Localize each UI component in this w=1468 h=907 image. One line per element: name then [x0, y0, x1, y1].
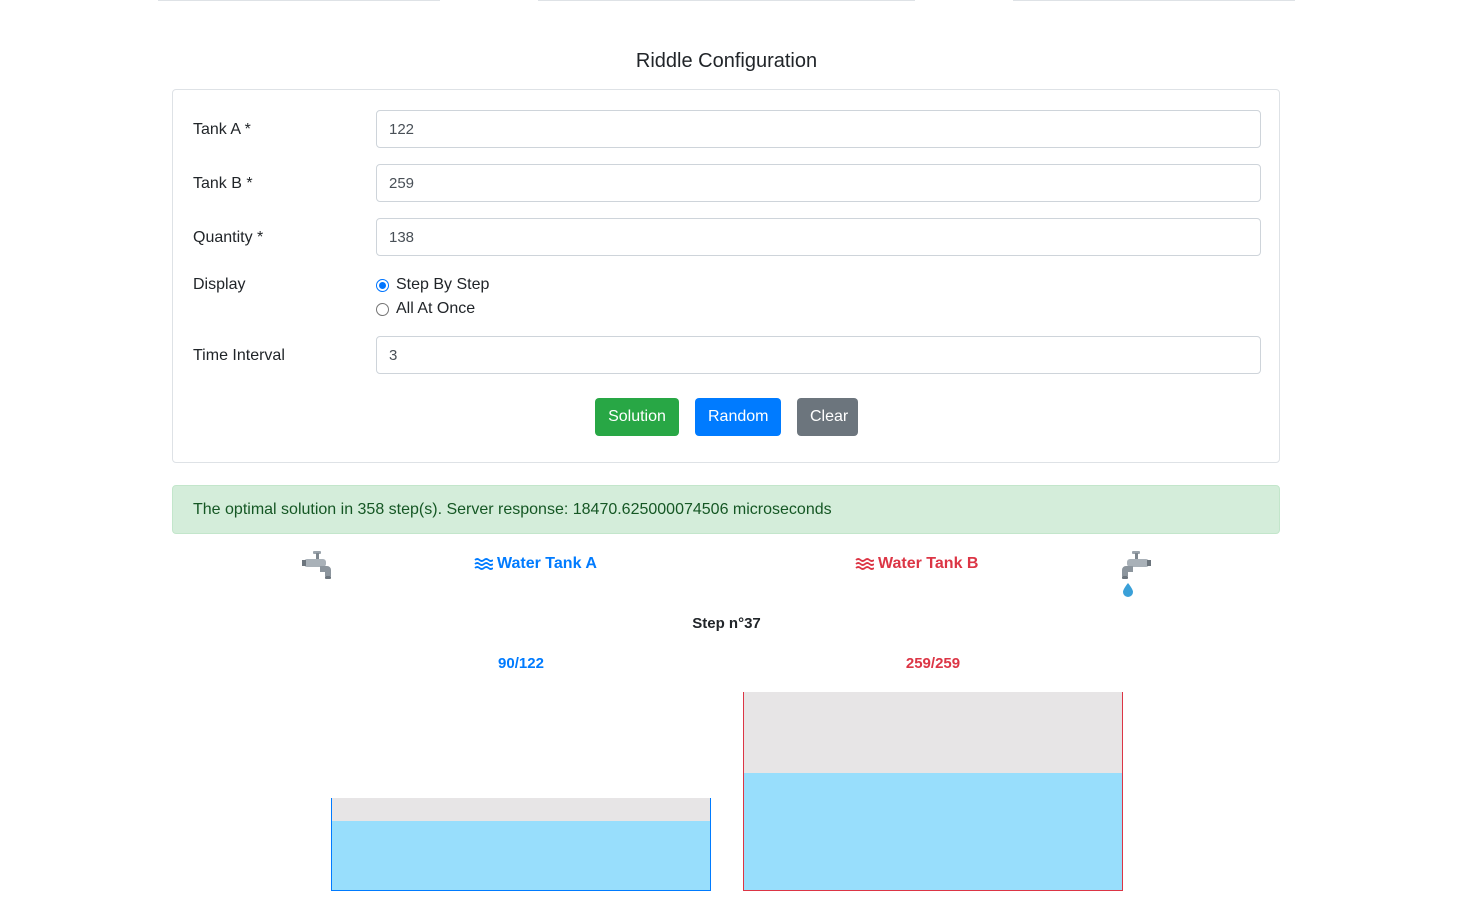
clear-button[interactable]: Clear: [797, 398, 858, 436]
water-waves-icon: [474, 558, 493, 570]
tank-a-water: [332, 821, 710, 890]
random-button[interactable]: Random: [695, 398, 781, 436]
step-counter: Step n°37: [692, 615, 761, 632]
step-by-step-label: Step By Step: [396, 276, 490, 293]
riddle-config-card: Tank A * Tank B * Quantity * Display Ste…: [172, 89, 1280, 463]
water-drop-icon: [1122, 582, 1134, 602]
faucet-icon: [300, 549, 334, 588]
solution-button[interactable]: Solution: [595, 398, 679, 436]
page-title: Riddle Configuration: [635, 50, 818, 72]
quantity-input[interactable]: [376, 218, 1261, 256]
tank-a-input[interactable]: [376, 110, 1261, 148]
display-option-step-by-step[interactable]: Step By Step: [376, 276, 489, 294]
all-at-once-radio[interactable]: [376, 302, 389, 316]
tank-b-visual: [743, 692, 1123, 891]
time-interval-label: Time Interval: [193, 347, 285, 364]
tank-b-title: Water Tank B: [878, 555, 979, 572]
top-divider-right: [1013, 0, 1295, 1]
tank-b-level-label: 259/259: [905, 655, 961, 672]
tank-b-heading: Water Tank B: [855, 555, 978, 573]
tank-a-visual: [331, 798, 711, 891]
top-divider-center: [538, 0, 915, 1]
tank-b-label: Tank B *: [193, 175, 253, 192]
time-interval-input[interactable]: [376, 336, 1261, 374]
quantity-label: Quantity *: [193, 229, 264, 246]
tank-a-title: Water Tank A: [497, 555, 597, 572]
all-at-once-label: All At Once: [396, 300, 476, 317]
tank-b-input[interactable]: [376, 164, 1261, 202]
tank-a-level-label: 90/122: [498, 655, 544, 672]
display-option-all-at-once[interactable]: All At Once: [376, 300, 475, 318]
tank-b-water: [744, 773, 1122, 890]
top-divider-left: [158, 0, 440, 1]
display-label: Display: [193, 276, 246, 293]
water-waves-icon: [855, 558, 874, 570]
tank-a-heading: Water Tank A: [474, 555, 597, 573]
step-by-step-radio[interactable]: [376, 278, 389, 292]
result-alert: The optimal solution in 358 step(s). Ser…: [172, 485, 1280, 534]
tank-a-label: Tank A *: [193, 121, 251, 138]
